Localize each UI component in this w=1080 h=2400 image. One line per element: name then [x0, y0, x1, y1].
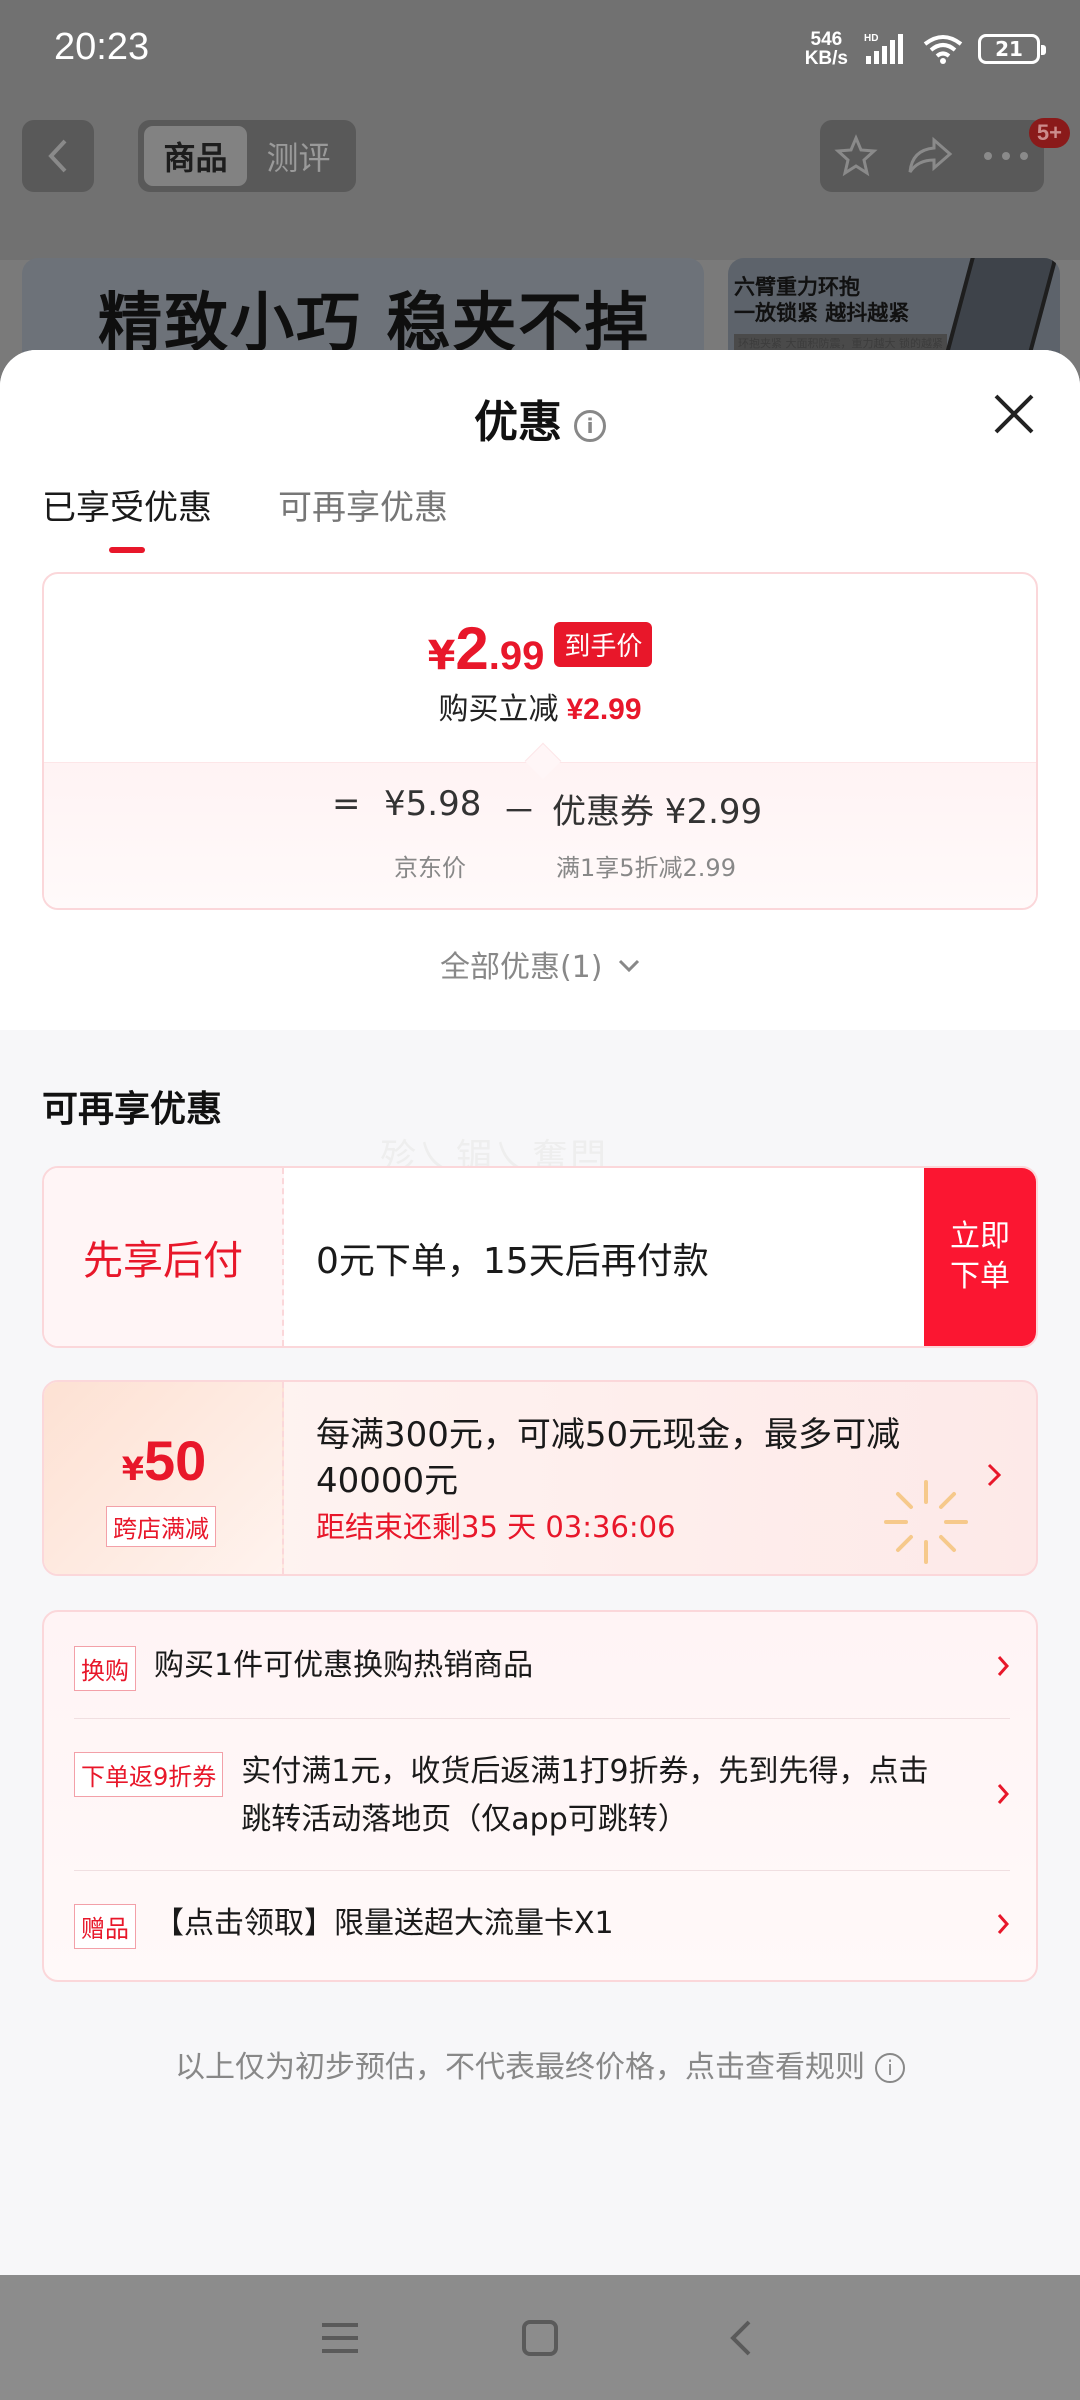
back-button[interactable] — [22, 120, 94, 192]
banner-right-text: 六臂重力环抱 一放锁紧 越抖越紧 — [734, 275, 910, 325]
back-triangle-icon — [730, 2320, 751, 2355]
list-item[interactable]: 赠品 【点击领取】限量送超大流量卡X1 — [74, 1900, 1010, 1949]
section-title: 可再享优惠 — [42, 1089, 223, 1130]
misc-offers-card: 换购 购买1件可优惠换购热销商品 下单返9折券 实付满1元，收货后返满1打9折券… — [42, 1610, 1038, 1982]
final-price-tag: 到手价 — [554, 622, 653, 667]
divider — [74, 1870, 1010, 1871]
chevron-right-icon — [987, 1463, 1002, 1487]
firework-icon — [884, 1480, 968, 1564]
cross-store-card[interactable]: ¥50 跨店满减 每满300元，可减50元现金，最多可减40000元 距结束还剩… — [42, 1380, 1038, 1576]
chevron-left-icon — [48, 139, 67, 173]
tab-more-discounts[interactable]: 可再享优惠 — [278, 480, 448, 553]
product-header: 商品 测评 5+ — [0, 100, 1080, 260]
coupon-label: 满1享5折减2.99 — [556, 854, 736, 882]
pay-later-desc: 0元下单，15天后再付款 — [316, 1241, 709, 1282]
offer-tag: 下单返9折券 — [74, 1752, 224, 1797]
offer-text: 购买1件可优惠换购热销商品 — [154, 1648, 534, 1683]
jd-price: ¥5.98 — [384, 784, 482, 824]
info-icon: i — [875, 2053, 905, 2083]
order-now-button[interactable]: 立即 下单 — [924, 1168, 1036, 1346]
price-breakdown-area — [44, 762, 1036, 908]
offer-tag: 赠品 — [74, 1904, 136, 1949]
cross-store-desc: 每满300元，可减50元现金，最多可减40000元 — [316, 1415, 901, 1501]
svg-text:HD: HD — [864, 33, 878, 44]
chevron-down-icon — [618, 959, 640, 973]
home-button[interactable] — [510, 2308, 570, 2368]
chevron-right-icon — [997, 1914, 1010, 1934]
countdown: 距结束还剩35 天 03:36:06 — [316, 1510, 676, 1544]
share-icon[interactable] — [906, 136, 954, 176]
offer-text: 实付满1元，收货后返满1打9折券，先到先得，点击跳转活动落地页（仅app可跳转） — [241, 1754, 929, 1837]
notification-badge: 5+ — [1028, 118, 1070, 148]
signal-icon: HD — [864, 33, 903, 64]
status-time: 20:23 — [54, 26, 150, 68]
offer-tag: 换购 — [74, 1646, 136, 1691]
offer-text: 【点击领取】限量送超大流量卡X1 — [154, 1906, 614, 1941]
all-discounts-toggle[interactable]: 全部优惠(1) — [0, 942, 1080, 986]
discount-sheet: 优惠 i 已享受优惠 可再享优惠 ¥2.99 到手价 购买立减 ¥2.99 = ¥5.… — [0, 350, 1080, 2275]
tab-product[interactable]: 商品 — [144, 126, 247, 186]
header-actions — [820, 120, 1044, 192]
wifi-icon — [923, 35, 963, 64]
list-item[interactable]: 下单返9折券 实付满1元，收货后返满1打9折券，先到先得，点击跳转活动落地页（仅… — [74, 1748, 1010, 1844]
divider — [74, 1718, 1010, 1719]
back-nav-button[interactable] — [710, 2308, 770, 2368]
discount-line: 购买立减 ¥2.99 — [438, 692, 642, 727]
tab-review[interactable]: 测评 — [247, 126, 350, 186]
home-square-icon — [522, 2319, 558, 2356]
coupon-amount: 优惠券 ¥2.99 — [552, 792, 763, 832]
price-card: ¥2.99 到手价 购买立减 ¥2.99 = ¥5.98 － 优惠券 ¥2.99 京… — [42, 572, 1038, 910]
pay-later-title: 先享后付 — [44, 1168, 284, 1346]
chevron-right-icon — [997, 1656, 1010, 1676]
discount-tabs: 已享受优惠 可再享优惠 — [42, 480, 448, 553]
pay-later-card[interactable]: 先享后付 0元下单，15天后再付款 立即 下单 — [42, 1166, 1038, 1348]
status-bar: 20:23 546 KB/s HD 21 — [0, 0, 1080, 100]
rules-note[interactable]: 以上仅为初步预估，不代表最终价格，点击查看规则 i — [0, 2042, 1080, 2086]
jd-price-label: 京东价 — [394, 854, 466, 882]
menu-icon — [322, 2322, 358, 2353]
list-item[interactable]: 换购 购买1件可优惠换购热销商品 — [74, 1642, 1010, 1691]
close-icon[interactable] — [990, 390, 1038, 438]
chevron-right-icon — [997, 1784, 1010, 1804]
cross-store-label: 跨店满减 — [106, 1506, 216, 1547]
more-icon[interactable] — [982, 150, 1030, 162]
info-icon[interactable]: i — [574, 410, 606, 442]
cross-store-amount: ¥50 — [121, 1429, 207, 1492]
battery-icon: 21 — [978, 34, 1046, 64]
sheet-title: 优惠 i — [0, 386, 1080, 450]
star-icon[interactable] — [834, 134, 878, 178]
status-icons: 546 KB/s HD 21 — [804, 29, 1046, 69]
final-price: ¥2.99 到手价 — [44, 614, 1036, 683]
product-tabs: 商品 测评 — [138, 120, 356, 192]
system-nav-bar — [0, 2275, 1080, 2400]
network-speed: 546 KB/s — [804, 29, 848, 69]
tab-enjoyed-discounts[interactable]: 已享受优惠 — [42, 480, 212, 553]
menu-button[interactable] — [310, 2308, 370, 2368]
